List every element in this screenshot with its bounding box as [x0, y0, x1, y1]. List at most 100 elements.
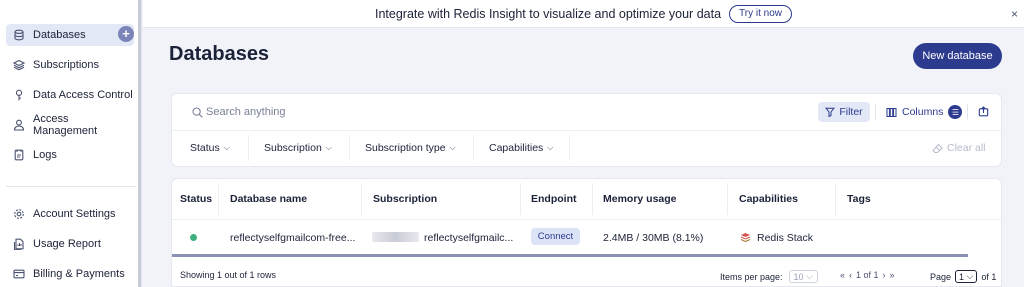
page-title: Databases: [169, 43, 270, 65]
document-icon: [13, 149, 25, 161]
sidebar-item-billing[interactable]: Billing & Payments: [6, 263, 134, 285]
new-database-button[interactable]: New database: [913, 43, 1002, 69]
divider: [361, 183, 362, 215]
add-database-icon[interactable]: +: [118, 26, 134, 42]
page-value: 1: [959, 271, 965, 282]
try-it-now-button[interactable]: Try it now: [729, 4, 792, 23]
filter-panel: Search anything Filter Columns ☰ Status ⌵…: [171, 93, 1002, 167]
divider: [248, 135, 249, 161]
column-header[interactable]: Tags: [847, 193, 871, 205]
column-header[interactable]: Endpoint: [531, 193, 577, 205]
clear-all-label: Clear all: [947, 142, 986, 154]
sidebar-item-access-management[interactable]: Access Management: [6, 113, 134, 137]
items-per-page: Items per page: 10 ⌵: [720, 270, 818, 283]
search-icon: [192, 107, 203, 118]
redacted-text: [372, 232, 419, 242]
prev-page-icon[interactable]: ‹: [849, 270, 852, 280]
column-header[interactable]: Subscription: [373, 193, 437, 205]
divider: [875, 104, 876, 120]
pagination: « ‹ 1 of 1 › »: [838, 270, 897, 280]
divider: [218, 183, 219, 215]
credit-card-icon: [13, 268, 25, 280]
rows-count: Showing 1 out of 1 rows: [180, 270, 276, 280]
redis-stack-icon: [740, 232, 751, 243]
columns-icon: [886, 107, 897, 117]
divider: [172, 219, 1001, 220]
divider: [473, 135, 474, 161]
sidebar-item-label: Billing & Payments: [33, 268, 125, 280]
memory-usage-cell: 2.4MB / 30MB (8.1%): [603, 232, 704, 244]
databases-table: Status Database name Subscription Endpoi…: [171, 178, 1002, 287]
divider: [520, 183, 521, 215]
dropdown-label: Status: [190, 142, 220, 154]
capabilities-cell: Redis Stack: [757, 232, 814, 244]
clear-all-button[interactable]: Clear all: [932, 142, 986, 154]
database-icon: [13, 29, 25, 41]
sidebar-item-label: Logs: [33, 149, 57, 161]
chevron-down-icon: ⌵: [449, 143, 456, 152]
sidebar-item-label: Usage Report: [33, 238, 101, 250]
columns-label: Columns: [902, 106, 944, 118]
showing-text: Showing 1 out of 1 rows: [180, 270, 277, 280]
chevron-down-icon: ⌵: [325, 143, 332, 152]
divider: [349, 135, 350, 161]
divider: [967, 104, 968, 120]
sidebar-scrollbar[interactable]: [138, 0, 141, 287]
promo-banner: Integrate with Redis Insight to visualiz…: [143, 0, 1024, 28]
search-bar[interactable]: Search anything Filter Columns ☰: [172, 94, 1001, 131]
column-header[interactable]: Capabilities: [739, 193, 798, 205]
page-total: of 1: [981, 271, 997, 282]
horizontal-scrollbar[interactable]: [172, 254, 968, 257]
sidebar-item-databases[interactable]: Databases: [6, 24, 134, 46]
items-per-page-select[interactable]: 10 ⌵: [788, 270, 818, 283]
chevron-down-icon: ⌵: [547, 143, 554, 152]
last-page-icon[interactable]: »: [890, 270, 895, 280]
report-icon: [13, 238, 25, 250]
subscription-cell[interactable]: reflectyselfgmailc...: [424, 232, 513, 244]
items-per-page-value: 10: [793, 271, 804, 282]
sidebar-item-usage-report[interactable]: Usage Report: [6, 233, 134, 255]
chevron-down-icon: ⌵: [223, 143, 230, 152]
banner-text: Integrate with Redis Insight to visualiz…: [375, 6, 722, 21]
sidebar-item-logs[interactable]: Logs: [6, 144, 134, 166]
filter-label: Filter: [839, 106, 863, 118]
filter-button[interactable]: Filter: [818, 102, 870, 122]
sidebar-item-data-access-control[interactable]: Data Access Control: [6, 84, 134, 106]
filter-icon: [825, 107, 836, 117]
columns-button[interactable]: Columns ☰: [886, 103, 963, 121]
gear-icon: [13, 208, 25, 220]
column-header[interactable]: Status: [180, 193, 212, 205]
sidebar-item-label: Databases: [33, 29, 86, 41]
dropdown-label: Subscription: [264, 142, 322, 154]
sidebar-item-subscriptions[interactable]: Subscriptions: [6, 54, 134, 76]
page-select[interactable]: 1 ⌵: [955, 270, 978, 283]
sidebar-item-label: Account Settings: [33, 208, 116, 220]
subscription-dropdown[interactable]: Subscription ⌵: [264, 142, 332, 154]
first-page-icon[interactable]: «: [840, 270, 845, 280]
close-icon[interactable]: ×: [1011, 7, 1018, 21]
sidebar-item-account-settings[interactable]: Account Settings: [6, 203, 134, 225]
sidebar-item-label: Subscriptions: [33, 59, 100, 71]
database-name-cell[interactable]: reflectyselfgmailcom-free...: [230, 232, 355, 244]
capabilities-dropdown[interactable]: Capabilities ⌵: [489, 142, 553, 154]
next-page-icon[interactable]: ›: [883, 270, 886, 280]
column-header[interactable]: Database name: [230, 193, 307, 205]
user-icon: [13, 119, 25, 131]
status-indicator: [190, 234, 197, 241]
column-header[interactable]: Memory usage: [603, 193, 677, 205]
layers-icon: [13, 59, 25, 71]
export-icon[interactable]: [978, 106, 989, 117]
divider: [592, 183, 593, 215]
eraser-icon: [932, 143, 943, 153]
search-input[interactable]: Search anything: [206, 106, 286, 118]
key-icon: [13, 89, 25, 101]
page-label: Page: [930, 271, 952, 282]
sidebar-divider: [6, 186, 136, 187]
subscription-type-dropdown[interactable]: Subscription type ⌵: [365, 142, 456, 154]
columns-menu-icon: ☰: [948, 105, 963, 119]
connect-button[interactable]: Connect: [531, 228, 580, 245]
status-dropdown[interactable]: Status ⌵: [190, 142, 230, 154]
divider: [835, 183, 836, 215]
divider: [727, 183, 728, 215]
page-jump: Page 1 ⌵ of 1: [930, 270, 996, 283]
